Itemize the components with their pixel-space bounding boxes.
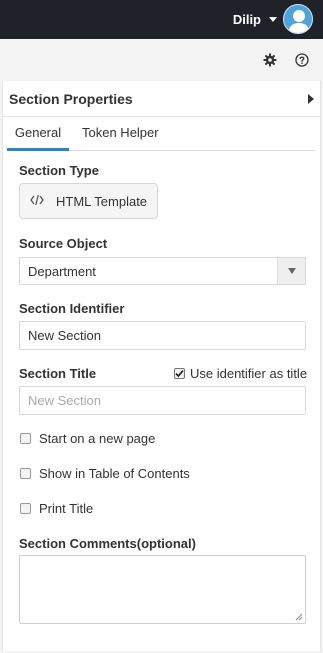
tab-bar: General Token Helper: [7, 117, 316, 151]
user-silhouette-icon: [288, 10, 310, 33]
section-title-label: Section Title: [19, 366, 97, 381]
start-new-page-checkbox[interactable]: [20, 433, 31, 444]
start-new-page-label[interactable]: Start on a new page: [39, 431, 155, 446]
show-toc-label[interactable]: Show in Table of Contents: [39, 466, 190, 481]
user-menu[interactable]: Dilip: [233, 3, 313, 35]
show-toc-checkbox[interactable]: [20, 468, 31, 479]
section-type-label: Section Type: [19, 163, 99, 178]
code-icon: [30, 194, 44, 209]
section-identifier-input[interactable]: [19, 321, 306, 350]
section-comments-textarea[interactable]: [19, 555, 306, 624]
html-template-button[interactable]: HTML Template: [19, 183, 158, 219]
caret-down-icon: [269, 16, 277, 22]
section-properties-panel: Section Properties General Token Helper …: [2, 81, 321, 651]
top-bar: Dilip: [0, 0, 323, 39]
checkmark-icon: [175, 370, 184, 378]
section-comments-label: Section Comments(optional): [19, 536, 196, 551]
avatar[interactable]: [283, 4, 313, 34]
panel-title: Section Properties: [9, 90, 133, 107]
toolbar: [0, 39, 323, 81]
section-title-input[interactable]: [19, 386, 306, 415]
tab-token-helper[interactable]: Token Helper: [82, 117, 159, 151]
tab-general[interactable]: General: [7, 117, 69, 151]
gear-icon[interactable]: [262, 52, 278, 68]
print-title-label[interactable]: Print Title: [39, 501, 93, 516]
print-title-checkbox[interactable]: [20, 503, 31, 514]
source-object-value: Department: [28, 263, 96, 279]
source-object-select[interactable]: Department: [19, 257, 306, 285]
source-object-label: Source Object: [19, 236, 108, 251]
resize-grip-icon[interactable]: [295, 613, 303, 621]
use-identifier-checkbox[interactable]: [174, 368, 185, 379]
use-identifier-label[interactable]: Use identifier as title: [190, 366, 307, 381]
expand-arrow-icon[interactable]: [308, 93, 314, 104]
dropdown-arrow[interactable]: [277, 258, 305, 284]
help-icon[interactable]: [294, 52, 310, 68]
username: Dilip: [232, 11, 261, 27]
chevron-down-icon: [287, 268, 296, 274]
panel-header[interactable]: Section Properties: [3, 81, 320, 117]
html-template-label: HTML Template: [56, 193, 148, 209]
section-identifier-label: Section Identifier: [19, 301, 125, 316]
